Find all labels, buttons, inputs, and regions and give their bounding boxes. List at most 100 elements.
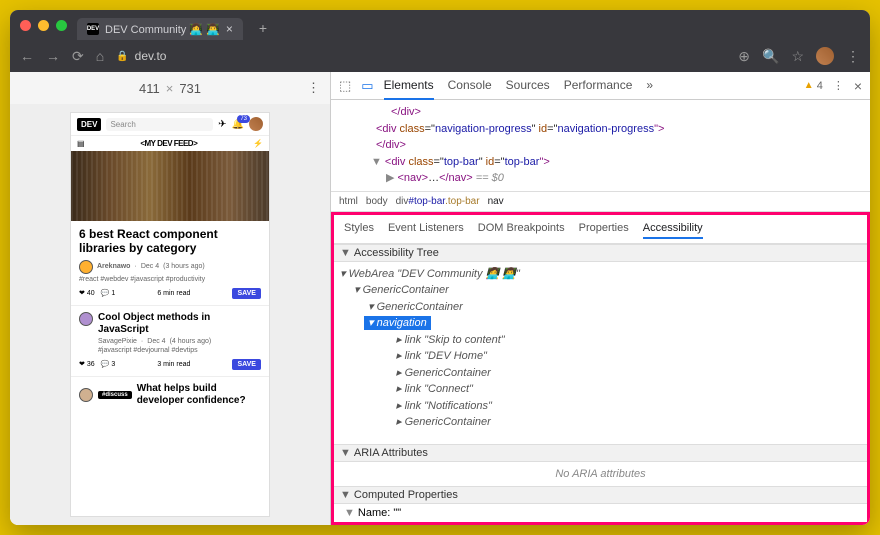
subtab-dom-breakpoints[interactable]: DOM Breakpoints — [478, 219, 565, 239]
article-card[interactable]: Cool Object methods in JavaScript Savage… — [71, 305, 269, 376]
subtab-styles[interactable]: Styles — [344, 219, 374, 239]
elements-tree[interactable]: </div> <div class="navigation-progress" … — [331, 100, 870, 192]
selected-a11y-node: navigation — [364, 316, 431, 330]
feed-title: <MY DEV FEED> — [140, 139, 197, 148]
forward-icon[interactable]: → — [46, 48, 60, 64]
dimensions-bar: 411 × 731 ⋮ — [10, 72, 330, 104]
star-icon[interactable]: ☆ — [791, 48, 804, 65]
titlebar: DEV DEV Community 👩‍💻 👨‍💻 × + — [10, 10, 870, 40]
browser-window: DEV DEV Community 👩‍💻 👨‍💻 × + ← → ⟳ ⌂ 🔒 … — [10, 10, 870, 525]
no-aria-text: No ARIA attributes — [334, 462, 867, 486]
site-avatar[interactable] — [249, 117, 263, 131]
feed-bar: ▤ <MY DEV FEED> ⚡ — [71, 136, 269, 151]
comments-count[interactable]: 💬 3 — [101, 360, 116, 368]
crumb-html[interactable]: html — [339, 196, 358, 207]
lock-icon: 🔒 — [116, 51, 128, 62]
notifications-icon[interactable]: 🔔 — [232, 119, 244, 130]
save-button[interactable]: SAVE — [232, 359, 261, 370]
elements-subtabs: Styles Event Listeners DOM Breakpoints P… — [334, 215, 867, 244]
back-icon[interactable]: ← — [20, 48, 34, 64]
subtab-listeners[interactable]: Event Listeners — [388, 219, 464, 239]
inspect-icon[interactable]: ⬚ — [339, 78, 351, 94]
preview-kebab-icon[interactable]: ⋮ — [307, 80, 320, 96]
a11y-tree[interactable]: ▾ WebArea "DEV Community 👩‍💻 👨‍💻" ▾ Gene… — [334, 262, 867, 445]
author-avatar — [79, 388, 93, 402]
read-time: 6 min read — [157, 290, 190, 297]
close-window-dot[interactable] — [20, 20, 31, 31]
article-hero-image[interactable] — [71, 151, 269, 221]
warnings-badge[interactable]: ▲ 4 — [804, 80, 823, 92]
article-date: Dec 4 — [141, 263, 159, 270]
article-date: Dec 4 — [147, 338, 165, 345]
section-aria-attrs[interactable]: ▼ARIA Attributes — [334, 444, 867, 462]
dimension-sep: × — [166, 81, 174, 96]
author-avatar — [79, 312, 93, 326]
save-button[interactable]: SAVE — [232, 288, 261, 299]
subtab-properties[interactable]: Properties — [579, 219, 629, 239]
read-time: 3 min read — [157, 361, 190, 368]
section-computed-props[interactable]: ▼Computed Properties — [334, 486, 867, 504]
comments-count[interactable]: 💬 1 — [101, 289, 116, 297]
discuss-chip: #discuss — [98, 391, 132, 399]
home-icon[interactable]: ⌂ — [96, 48, 104, 64]
devtools-kebab-icon[interactable]: ⋮ — [833, 79, 844, 92]
bolt-icon[interactable]: ⚡ — [253, 139, 263, 148]
navbar: ← → ⟳ ⌂ 🔒 dev.to ⊕ 🔍 ☆ ⋮ — [10, 40, 870, 72]
crumb-nav[interactable]: nav — [488, 196, 504, 207]
site-header: DEV Search ✈ 🔔 — [71, 113, 269, 136]
browser-tab[interactable]: DEV DEV Community 👩‍💻 👨‍💻 × — [77, 18, 243, 40]
section-a11y-tree[interactable]: ▼Accessibility Tree — [334, 244, 867, 262]
device-mode-icon[interactable]: ▭ — [361, 78, 373, 94]
article-ago: (3 hours ago) — [163, 263, 205, 270]
minimize-window-dot[interactable] — [38, 20, 49, 31]
tab-console[interactable]: Console — [448, 72, 492, 100]
subtab-accessibility[interactable]: Accessibility — [643, 219, 703, 239]
hearts-count[interactable]: ❤ 40 — [79, 289, 95, 297]
devtools-panel: ⬚ ▭ Elements Console Sources Performance… — [330, 72, 870, 525]
traffic-lights — [20, 20, 67, 31]
tab-elements[interactable]: Elements — [384, 72, 434, 100]
profile-avatar[interactable] — [816, 47, 834, 65]
address-text: dev.to — [135, 49, 167, 63]
warning-count: 4 — [817, 80, 823, 92]
menu-icon[interactable]: ⋮ — [846, 48, 860, 65]
author-name: Areknawo — [97, 263, 130, 270]
viewport-width[interactable]: 411 — [139, 81, 160, 96]
reload-icon[interactable]: ⟳ — [72, 48, 84, 65]
search-input[interactable]: Search — [106, 118, 213, 131]
article-card[interactable]: 6 best React component libraries by cate… — [71, 221, 269, 305]
tab-sources[interactable]: Sources — [506, 72, 550, 100]
hearts-count[interactable]: ❤ 36 — [79, 360, 95, 368]
article-title: What helps build developer confidence? — [137, 383, 261, 407]
tab-more[interactable]: » — [646, 72, 653, 100]
computed-name: ▼Name: "" — [334, 504, 867, 522]
sidebar-toggle-icon[interactable]: ▤ — [77, 139, 85, 148]
article-title: 6 best React component libraries by cate… — [79, 227, 261, 256]
article-ago: (4 hours ago) — [170, 338, 212, 345]
breadcrumb: html body div#top-bar.top-bar nav — [331, 192, 870, 212]
article-tags: #javascript #devjournal #devtips — [98, 347, 261, 354]
search-icon[interactable]: 🔍 — [762, 48, 779, 65]
viewport-height[interactable]: 731 — [179, 81, 201, 96]
crumb-body[interactable]: body — [366, 196, 388, 207]
dev-logo[interactable]: DEV — [77, 118, 101, 131]
article-card[interactable]: #discuss What helps build developer conf… — [71, 376, 269, 413]
crumb-div[interactable]: div#top-bar.top-bar — [396, 196, 480, 207]
warning-icon: ▲ — [804, 80, 814, 91]
favicon: DEV — [87, 23, 99, 35]
plus-icon[interactable]: ⊕ — [738, 48, 750, 65]
author-name: SavagePixie — [98, 338, 137, 345]
new-tab-button[interactable]: + — [259, 20, 267, 36]
author-avatar — [79, 260, 93, 274]
devtools-close-icon[interactable]: × — [854, 78, 862, 94]
tab-performance[interactable]: Performance — [564, 72, 633, 100]
article-title: Cool Object methods in JavaScript — [98, 312, 261, 336]
tab-title: DEV Community 👩‍💻 👨‍💻 — [105, 23, 220, 36]
mobile-viewport: DEV Search ✈ 🔔 ▤ <MY DEV FEED> ⚡ 6 best … — [70, 112, 270, 517]
maximize-window-dot[interactable] — [56, 20, 67, 31]
device-preview-pane: 411 × 731 ⋮ DEV Search ✈ 🔔 ▤ <MY D — [10, 72, 330, 525]
devtools-toolbar: ⬚ ▭ Elements Console Sources Performance… — [331, 72, 870, 100]
address-bar[interactable]: 🔒 dev.to — [116, 49, 726, 63]
paper-plane-icon[interactable]: ✈ — [218, 119, 226, 130]
close-tab-icon[interactable]: × — [226, 22, 233, 36]
